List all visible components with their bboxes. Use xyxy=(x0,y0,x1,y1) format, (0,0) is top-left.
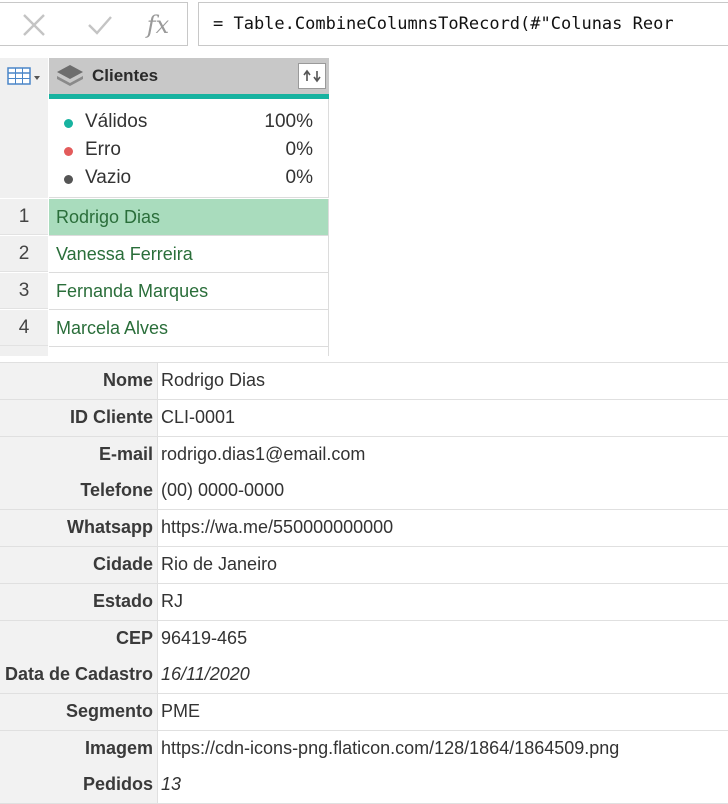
quality-gutter xyxy=(0,94,48,198)
quality-value: 0% xyxy=(285,139,313,160)
table-row-partial xyxy=(49,346,329,356)
formula-input[interactable]: = Table.CombineColumnsToRecord(#"Colunas… xyxy=(198,2,728,46)
field-label: Segmento xyxy=(0,694,157,731)
record-row-cep: CEP 96419-465 xyxy=(0,621,728,658)
table-row-cell[interactable]: Rodrigo Dias xyxy=(49,199,329,236)
check-icon[interactable] xyxy=(84,10,116,40)
expand-record-icon xyxy=(303,69,321,83)
quality-label: Erro xyxy=(85,139,121,160)
field-value[interactable]: 16/11/2020 xyxy=(157,657,728,694)
field-label: Data de Cadastro xyxy=(0,657,157,694)
record-details: Nome Rodrigo Dias ID Cliente CLI-0001 E-… xyxy=(0,362,728,804)
x-icon[interactable] xyxy=(18,10,50,40)
row-number[interactable]: 4 xyxy=(0,310,48,346)
field-label: Telefone xyxy=(0,473,157,510)
record-row-id-cliente: ID Cliente CLI-0001 xyxy=(0,400,728,437)
empty-dot-icon xyxy=(64,175,73,184)
valid-dot-icon xyxy=(64,119,73,128)
field-label: Pedidos xyxy=(0,767,157,804)
fx-icon[interactable]: fx xyxy=(142,10,174,40)
quality-empty: Vazio 0% xyxy=(49,165,327,193)
field-label: Nome xyxy=(0,363,157,400)
quality-error: Erro 0% xyxy=(49,137,327,165)
field-value[interactable]: (00) 0000-0000 xyxy=(157,473,728,510)
quality-label: Vazio xyxy=(85,167,132,188)
table-row-cell[interactable]: Vanessa Ferreira xyxy=(49,236,329,273)
record-row-email: E-mail rodrigo.dias1@email.com xyxy=(0,437,728,474)
record-row-pedidos: Pedidos 13 xyxy=(0,767,728,804)
field-label: E-mail xyxy=(0,437,157,474)
table-menu-button[interactable] xyxy=(0,58,48,95)
quality-value: 100% xyxy=(264,111,313,132)
query-grid: Clientes Válidos 100% Erro 0% Vazio 0% 1… xyxy=(0,58,330,356)
field-label: Whatsapp xyxy=(0,510,157,547)
row-number[interactable]: 3 xyxy=(0,273,48,309)
record-row-data-cadastro: Data de Cadastro 16/11/2020 xyxy=(0,657,728,694)
table-icon xyxy=(7,67,40,85)
record-row-telefone: Telefone (00) 0000-0000 xyxy=(0,473,728,510)
field-label: Cidade xyxy=(0,547,157,584)
field-value[interactable]: 96419-465 xyxy=(157,621,728,658)
record-row-whatsapp: Whatsapp https://wa.me/550000000000 xyxy=(0,510,728,547)
column-title: Clientes xyxy=(92,66,159,85)
record-row-nome: Nome Rodrigo Dias xyxy=(0,363,728,400)
error-dot-icon xyxy=(64,147,73,156)
record-row-estado: Estado RJ xyxy=(0,584,728,621)
record-row-imagem: Imagem https://cdn-icons-png.flaticon.co… xyxy=(0,731,728,768)
field-value[interactable]: PME xyxy=(157,694,728,731)
field-label: Estado xyxy=(0,584,157,621)
row-number-partial xyxy=(0,346,48,356)
field-value[interactable]: rodrigo.dias1@email.com xyxy=(157,437,728,474)
quality-value: 0% xyxy=(285,167,313,188)
row-number[interactable]: 2 xyxy=(0,236,48,272)
field-value[interactable]: RJ xyxy=(157,584,728,621)
field-value[interactable]: CLI-0001 xyxy=(157,400,728,437)
record-row-segmento: Segmento PME xyxy=(0,694,728,731)
field-label: Imagem xyxy=(0,731,157,768)
formula-buttons: fx xyxy=(0,2,188,46)
quality-label: Válidos xyxy=(85,111,148,132)
column-quality: Válidos 100% Erro 0% Vazio 0% xyxy=(49,99,329,198)
field-label: ID Cliente xyxy=(0,400,157,437)
table-row-cell[interactable]: Marcela Alves xyxy=(49,310,329,347)
column-header-clientes[interactable]: Clientes xyxy=(49,58,329,99)
record-row-cidade: Cidade Rio de Janeiro xyxy=(0,547,728,584)
expand-record-button[interactable] xyxy=(298,63,326,89)
field-value[interactable]: Rodrigo Dias xyxy=(157,363,728,400)
row-number[interactable]: 1 xyxy=(0,199,48,235)
field-value[interactable]: https://wa.me/550000000000 xyxy=(157,510,728,547)
field-value[interactable]: https://cdn-icons-png.flaticon.com/128/1… xyxy=(157,731,728,768)
field-value[interactable]: Rio de Janeiro xyxy=(157,547,728,584)
record-column-icon xyxy=(57,65,83,86)
quality-valid: Válidos 100% xyxy=(49,109,327,137)
field-label: CEP xyxy=(0,621,157,658)
fx-label: fx xyxy=(146,11,170,39)
field-value[interactable]: 13 xyxy=(157,767,728,804)
formula-bar: fx = Table.CombineColumnsToRecord(#"Colu… xyxy=(0,0,728,50)
table-row-cell[interactable]: Fernanda Marques xyxy=(49,273,329,310)
